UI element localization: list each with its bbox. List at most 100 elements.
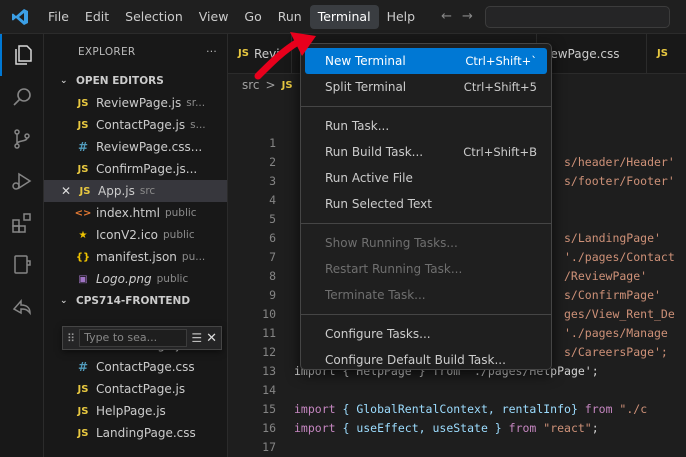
menu-file[interactable]: File [40, 5, 77, 29]
code-line: './pages/Manage [564, 326, 668, 340]
line-number: 9 [269, 288, 276, 302]
line-number: 2 [269, 155, 276, 169]
file-tree-item[interactable]: # ContactPage.css [44, 356, 227, 378]
menu-view[interactable]: View [191, 5, 237, 29]
file-tree-item[interactable]: JS LandingPage.css [44, 422, 227, 444]
menu-item-label: Run Task... [325, 119, 390, 133]
line-number: 7 [269, 250, 276, 264]
file-name: ContactPage.js [96, 118, 186, 132]
code-line: s/ConfirmPage' [564, 288, 661, 302]
open-editor-item[interactable]: ★ IconV2.ico public [44, 224, 227, 246]
menu-separator [301, 223, 551, 224]
menu-item-run-active-file[interactable]: Run Active File [301, 165, 551, 191]
file-path-hint: public [163, 229, 195, 241]
file-path-hint: src [139, 185, 156, 197]
line-number-gutter: 1 2 3 4 5 6 7 8 9 10 11 12 13 14 15 16 17 [228, 134, 276, 457]
project-label: CPS714-FRONTEND [76, 295, 191, 307]
menu-selection[interactable]: Selection [117, 5, 191, 29]
menu-item-label: New Terminal [325, 54, 406, 68]
drag-handle-icon[interactable]: ⠿ [67, 332, 75, 345]
file-name: LandingPage.css [96, 426, 196, 440]
menu-item-label: Show Running Tasks... [325, 236, 458, 250]
file-tree-item[interactable]: JS HelpPage.js [44, 400, 227, 422]
menu-edit[interactable]: Edit [77, 5, 117, 29]
menu-item-label: Run Build Task... [325, 145, 424, 159]
remote-explorer-icon[interactable] [0, 244, 44, 286]
line-number: 12 [262, 345, 276, 359]
search-icon[interactable] [0, 76, 44, 118]
menu-item-shortcut: Ctrl+Shift+B [463, 145, 537, 159]
terminal-menu: New Terminal Ctrl+Shift+` Split Terminal Ct… [300, 43, 552, 370]
file-path-hint: sr... [186, 97, 206, 109]
open-editor-item[interactable]: JS ReviewPage.js sr... [44, 92, 227, 114]
menu-go[interactable]: Go [236, 5, 269, 29]
line-number: 3 [269, 174, 276, 188]
open-editor-item[interactable]: ▣ Logo.png public [44, 268, 227, 290]
menu-item-label: Run Selected Text [325, 197, 432, 211]
menu-item-label: Terminate Task... [325, 288, 426, 302]
menu-item-run-selected-text[interactable]: Run Selected Text [301, 191, 551, 217]
source-control-icon[interactable] [0, 118, 44, 160]
line-number: 4 [269, 193, 276, 207]
js-file-icon: JS [77, 383, 89, 395]
file-tree-item[interactable]: JS ContactPage.js [44, 378, 227, 400]
open-editor-item[interactable]: <> index.html public [44, 202, 227, 224]
menu-item-new-terminal[interactable]: New Terminal Ctrl+Shift+` [305, 48, 547, 74]
menu-help[interactable]: Help [379, 5, 424, 29]
menu-item-configure-tasks[interactable]: Configure Tasks... [301, 321, 551, 347]
extensions-icon[interactable] [0, 202, 44, 244]
tab-review-page-css[interactable]: iewPage.css [537, 33, 647, 74]
close-icon[interactable]: ✕ [58, 184, 74, 198]
menu-item-label: Restart Running Task... [325, 262, 463, 276]
open-editor-item[interactable]: JS ConfirmPage.js... [44, 158, 227, 180]
tab-js-partial[interactable]: JS [647, 34, 678, 74]
open-editor-item[interactable]: # ReviewPage.css... [44, 136, 227, 158]
project-header[interactable]: ⌄ CPS714-FRONTEND [44, 290, 227, 312]
code-token: "react" [536, 421, 592, 435]
file-name: App.js [98, 184, 135, 198]
open-editor-item[interactable]: ✕ JS App.js src [44, 180, 227, 202]
menu-bar: File Edit Selection View Go Run Terminal Help [40, 4, 424, 29]
open-editors-label: OPEN EDITORS [76, 75, 164, 87]
menu-separator [301, 106, 551, 107]
forward-arrow-icon[interactable]: → [462, 9, 473, 24]
explorer-icon[interactable] [0, 34, 44, 76]
explorer-sidebar: EXPLORER ··· ⌄ OPEN EDITORS JS ReviewPage… [44, 34, 228, 457]
menu-item-restart-running-task: Restart Running Task... [301, 256, 551, 282]
menu-item-run-build-task[interactable]: Run Build Task... Ctrl+Shift+B [301, 139, 551, 165]
line-number: 13 [262, 364, 276, 378]
menu-item-label: Configure Tasks... [325, 327, 431, 341]
more-actions-icon[interactable]: ··· [206, 46, 217, 58]
line-number: 15 [262, 402, 276, 416]
chevron-down-icon: ⌄ [60, 296, 68, 306]
code-token: { GlobalRentalContext, rentalInfo} [335, 402, 585, 416]
file-name: HelpPage.js [96, 404, 166, 418]
menu-item-split-terminal[interactable]: Split Terminal Ctrl+Shift+5 [301, 74, 551, 100]
project-file-list: JSConfirmPage.js#ContactPage.cssJSContac… [44, 334, 227, 444]
line-number: 11 [262, 326, 276, 340]
css-file-icon: # [77, 140, 89, 154]
command-center-search[interactable] [484, 5, 670, 28]
open-editors-header[interactable]: ⌄ OPEN EDITORS [44, 70, 227, 92]
menu-item-configure-default-build-task[interactable]: Configure Default Build Task... [301, 347, 551, 373]
tab-label: iewPage.css [547, 46, 620, 61]
line-number: 17 [262, 440, 276, 454]
menu-run[interactable]: Run [270, 5, 310, 29]
close-icon[interactable]: ✕ [206, 331, 217, 346]
open-editor-item[interactable]: JS ContactPage.js s... [44, 114, 227, 136]
code-token: import [294, 421, 336, 435]
run-debug-icon[interactable] [0, 160, 44, 202]
js-file-icon: JS [77, 97, 89, 109]
menu-terminal[interactable]: Terminal [309, 4, 379, 29]
file-name: ReviewPage.css... [96, 140, 203, 154]
filter-icon[interactable]: ☰ [191, 331, 202, 345]
menu-item-run-task[interactable]: Run Task... [301, 113, 551, 139]
code-token: from [584, 402, 613, 416]
open-editor-item[interactable]: {} manifest.json pu... [44, 246, 227, 268]
menu-item-terminate-task: Terminate Task... [301, 282, 551, 308]
back-arrow-icon[interactable]: ← [441, 9, 452, 24]
code-line: s/LandingPage' [564, 231, 661, 245]
live-share-icon[interactable] [0, 286, 44, 328]
tree-find-input[interactable]: Type to sea... [79, 329, 188, 347]
file-name: IconV2.ico [96, 228, 159, 242]
